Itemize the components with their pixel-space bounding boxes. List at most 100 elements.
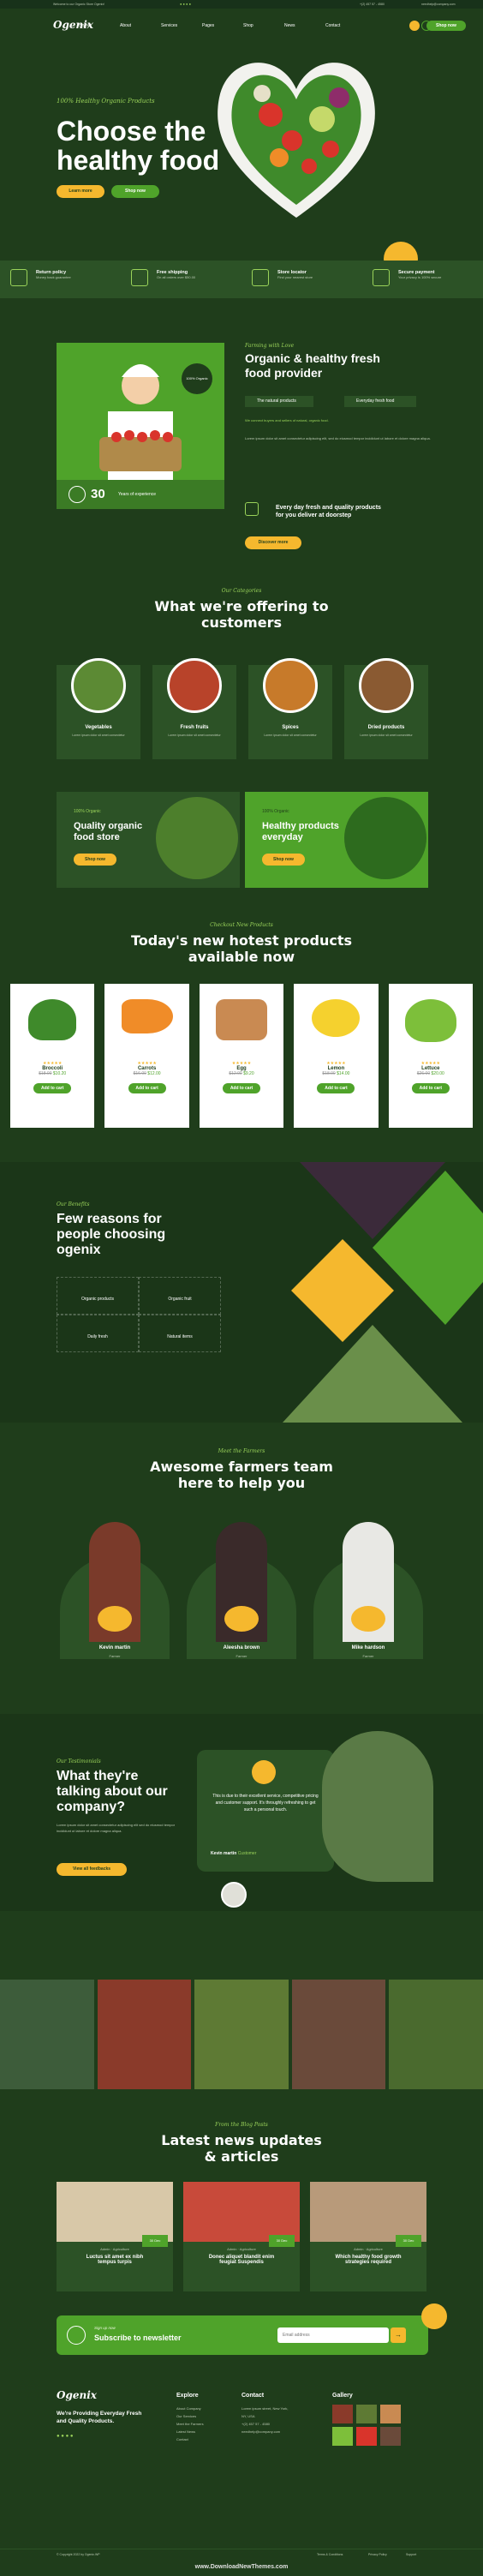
footer-gallery-grid [332,2405,404,2446]
team-title: Awesome farmers team here to help you [150,1459,333,1491]
testimonial-para: Lorem ipsum dolor sit amet consectetur a… [57,1823,176,1833]
spices-image [263,658,318,713]
team-member-card[interactable]: Kevin martin Farmer [60,1522,170,1676]
testimonial-section: Our Testimonials What they're talking ab… [0,1714,483,1911]
nav-item-contact[interactable]: Contact [325,23,367,28]
topbar: Welcome to our Organic Store Ogenix! ● ●… [0,0,483,9]
features-strip: Return policy Money back guarantee Free … [0,261,483,298]
product-card[interactable]: ★★★★★ Broccoli $18.00 $10.20 Add to cart [10,984,95,1128]
blog-card[interactable]: 30 Dec Admin · Agriculture Luctus sit am… [57,2182,173,2291]
carrots-image [121,999,173,1033]
reasons-diamond-images [283,1162,483,1423]
learn-more-button[interactable]: Learn more [57,185,104,198]
fruits-image [167,658,222,713]
add-to-cart-button[interactable]: Add to cart [128,1083,166,1093]
about-check-1: The natural products [245,396,313,407]
add-to-cart-button[interactable]: Add to cart [317,1083,355,1093]
reasons-section: Our Benefits Few reasons for people choo… [0,1162,483,1423]
reason-item-natural: Natural items [139,1315,221,1352]
truck-icon [131,269,148,286]
nav-item-services[interactable]: Services [161,23,202,28]
vegetables-image [71,658,126,713]
gallery-thumb[interactable] [356,2405,377,2423]
team-member-card[interactable]: Aleesha brown Farmer [187,1522,296,1676]
orange-decoration [224,1606,259,1632]
category-dried[interactable]: Dried products Lorem ipsum dolor sit ame… [344,658,428,759]
feature-store: Store locator Find your nearest store [242,261,362,298]
author-avatar[interactable] [221,1882,247,1908]
promo-1-shop-button[interactable]: Shop now [74,854,116,866]
blog-title: Latest news updates & articles [161,2132,322,2165]
add-to-cart-button[interactable]: Add to cart [223,1083,261,1093]
footer: Ogenix We're Providing Everyday Fresh an… [0,2365,483,2576]
topbar-welcome: Welcome to our Organic Store Ogenix! [53,3,105,6]
nav-item-home[interactable]: Home [79,23,120,28]
shop-now-button[interactable]: Shop now [426,21,466,31]
team-kicker: Meet the Farmers [218,1448,265,1454]
gallery-image[interactable] [194,1980,289,2089]
gallery-thumb[interactable] [332,2427,353,2446]
gallery-thumb[interactable] [380,2405,401,2423]
gallery-strip [0,1980,483,2089]
product-card[interactable]: ★★★★★ Lettuce $26.00 $20.00 Add to cart [388,984,474,1128]
add-to-cart-button[interactable]: Add to cart [33,1083,72,1093]
newsletter-email-input[interactable] [277,2327,389,2343]
gallery-image[interactable] [97,1980,192,2089]
topbar-phone[interactable]: +(2) 457 57 - 4580 [360,3,385,6]
footer-social-icons[interactable]: ● ● ● ● [57,2434,74,2439]
team-member-card[interactable]: Mike hardson Farmer [313,1522,423,1676]
topbar-email[interactable]: needhelp@company.com [421,3,455,6]
blog-image [183,2182,300,2242]
nav-item-shop[interactable]: Shop [243,23,284,28]
store-icon [252,269,269,286]
product-card[interactable]: ★★★★★ Lemon $18.00 $14.00 Add to cart [294,984,379,1128]
hero: 100% Healthy Organic Products Choose the… [0,46,483,276]
nav-menu: Home About Services Pages Shop News Cont… [79,23,367,28]
promo-2-shop-button[interactable]: Shop now [262,854,305,866]
leaf-icon [69,486,86,503]
subscribe-arrow-button[interactable]: → [391,2327,406,2343]
about-para-2: Lorem ipsum dolor sit amet consectetur a… [245,436,431,440]
gallery-thumb[interactable] [356,2427,377,2446]
blog-card[interactable]: 30 Dec Admin · Agriculture Which healthy… [310,2182,426,2291]
product-card[interactable]: ★★★★★ Egg $12.00 $9.20 Add to cart [199,984,284,1128]
categories-section: Our Categories What we're offering to cu… [0,572,483,782]
dried-image [359,658,414,713]
hero-shop-button[interactable]: Shop now [111,185,159,198]
category-vegetables[interactable]: Vegetables Lorem ipsum dolor sit amet co… [57,658,140,759]
blog-card[interactable]: 30 Dec Admin · Agriculture Donec aliquet… [183,2182,300,2291]
delivery-icon [245,502,259,516]
add-to-cart-button[interactable]: Add to cart [411,1083,450,1093]
social-icons[interactable]: ● ● ● ● [180,2,191,6]
navbar: Ogenix Home About Services Pages Shop Ne… [0,9,483,46]
nav-item-about[interactable]: About [120,23,161,28]
gallery-image[interactable] [0,1980,94,2089]
testimonial-woman-photo [322,1731,433,1882]
category-spices[interactable]: Spices Lorem ipsum dolor sit amet consec… [248,658,332,759]
orange-decoration [351,1606,385,1632]
discover-more-button[interactable]: Discover more [245,536,301,549]
about-title: Organic & healthy fresh food provider [245,351,380,380]
blog-image [57,2182,173,2242]
nav-item-news[interactable]: News [284,23,325,28]
view-feedback-button[interactable]: View all feedbacks [57,1863,127,1876]
nav-item-pages[interactable]: Pages [202,23,243,28]
products-kicker: Checkout New Products [210,922,273,928]
about-para-1: We connect buyers and sellers of natural… [245,418,329,422]
reason-item-fresh: Daily fresh [57,1315,139,1352]
search-icon[interactable] [409,21,420,31]
watermark: www.DownloadNewThemes.com [194,2564,289,2570]
date-badge: 30 Dec [269,2235,295,2247]
gallery-image[interactable] [389,1980,483,2089]
footer-about: We're Providing Everyday Fresh and Quali… [57,2411,142,2424]
category-fruits[interactable]: Fresh fruits Lorem ipsum dolor sit amet … [152,658,236,759]
testimonial-kicker: Our Testimonials [57,1758,101,1764]
gallery-thumb[interactable] [332,2405,353,2423]
footer-gallery-title: Gallery [332,2393,353,2399]
broccoli-image [28,999,77,1040]
gallery-image[interactable] [291,1980,386,2089]
gallery-thumb[interactable] [380,2427,401,2446]
footer-logo[interactable]: Ogenix [57,2389,97,2401]
product-card[interactable]: ★★★★★ Carrots $16.00 $12.00 Add to cart [104,984,189,1128]
categories-kicker: Our Categories [221,588,262,594]
